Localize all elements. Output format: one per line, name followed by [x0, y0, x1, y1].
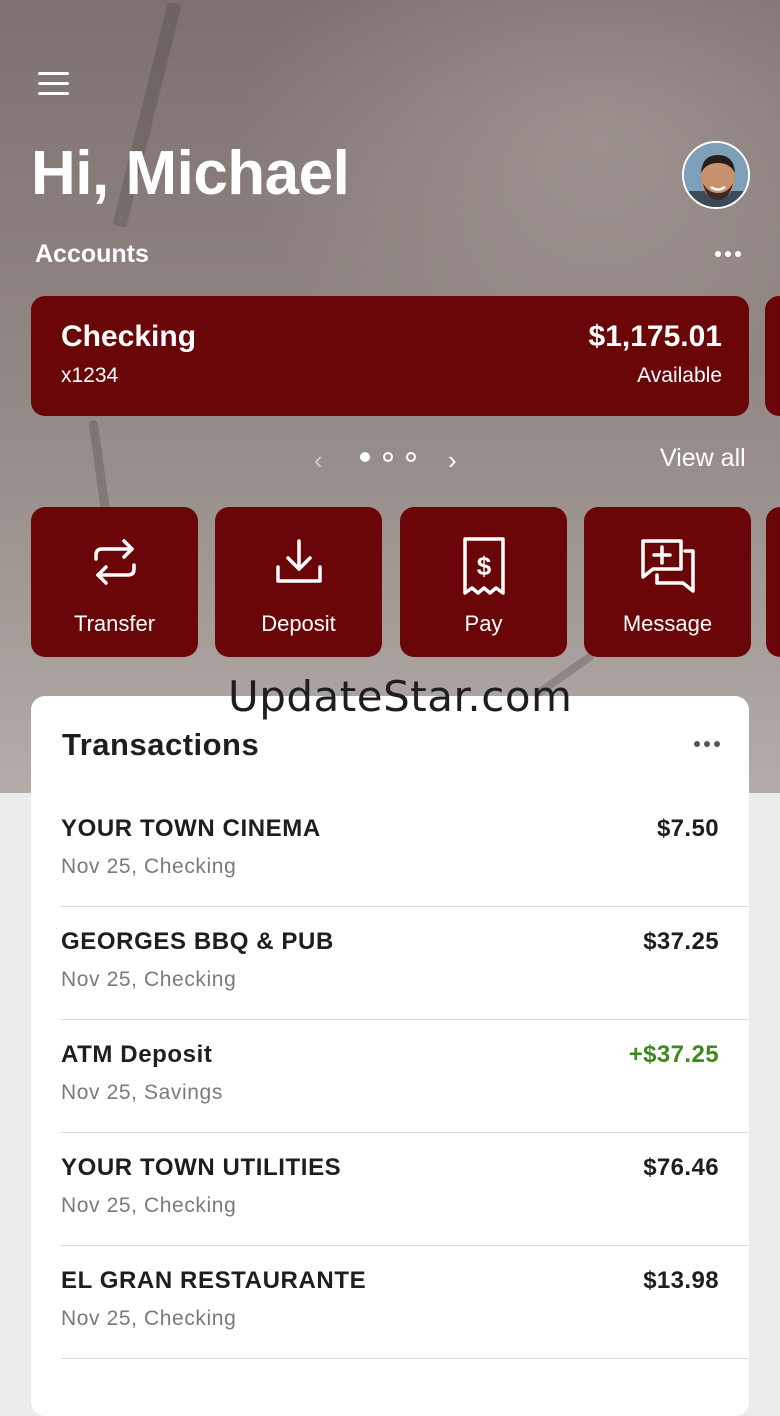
transaction-merchant: GEORGES BBQ & PUB	[61, 928, 334, 955]
transaction-amount: $76.46	[643, 1154, 719, 1181]
next-account-card[interactable]	[765, 296, 780, 416]
hamburger-menu-icon[interactable]	[38, 72, 69, 96]
transaction-merchant: ATM Deposit	[61, 1041, 213, 1068]
transaction-row[interactable]: YOUR TOWN CINEMA Nov 25, Checking $7.50	[61, 794, 749, 907]
account-number: x1234	[61, 364, 119, 387]
transactions-card: Transactions YOUR TOWN CINEMA Nov 25, Ch…	[31, 696, 749, 1416]
transfer-button[interactable]: Transfer	[31, 507, 198, 657]
chevron-left-icon[interactable]: ‹	[314, 445, 323, 476]
message-icon	[640, 539, 695, 593]
transaction-amount: $7.50	[656, 815, 719, 842]
transaction-merchant: YOUR TOWN CINEMA	[61, 815, 321, 842]
greeting-title: Hi, Michael	[31, 139, 350, 208]
row-divider	[61, 1358, 749, 1359]
bill-pay-icon: $	[462, 537, 505, 595]
deposit-button[interactable]: Deposit	[215, 507, 382, 657]
transaction-amount: $37.25	[643, 928, 719, 955]
account-balance: $1,175.01	[588, 320, 722, 353]
chevron-right-icon[interactable]: ›	[448, 445, 457, 476]
transfer-icon	[93, 539, 136, 585]
transaction-detail: Nov 25, Checking	[61, 968, 237, 991]
svg-text:$: $	[476, 551, 491, 581]
transaction-merchant: YOUR TOWN UTILITIES	[61, 1154, 342, 1181]
pay-label: Pay	[464, 611, 503, 636]
account-name: Checking	[61, 320, 197, 353]
transaction-row[interactable]: GEORGES BBQ & PUB Nov 25, Checking $37.2…	[61, 907, 749, 1020]
transaction-row[interactable]: ATM Deposit Nov 25, Savings +$37.25	[61, 1020, 749, 1133]
transactions-heading: Transactions	[62, 727, 260, 762]
transactions-more-icon[interactable]	[694, 741, 720, 747]
pager-dot-2[interactable]	[383, 452, 393, 462]
transaction-detail: Nov 25, Checking	[61, 1194, 237, 1217]
transfer-label: Transfer	[73, 611, 156, 636]
transaction-amount: $13.98	[643, 1267, 719, 1294]
view-all-link[interactable]: View all	[660, 444, 746, 473]
message-label: Message	[622, 611, 713, 636]
watermark-text: UpdateStar.com	[228, 672, 573, 721]
accounts-more-icon[interactable]	[715, 251, 741, 257]
deposit-icon	[275, 539, 322, 583]
pager-dot-1[interactable]	[360, 452, 370, 462]
transaction-row[interactable]: YOUR TOWN UTILITIES Nov 25, Checking $76…	[61, 1133, 749, 1246]
transaction-amount: +$37.25	[628, 1041, 719, 1068]
accounts-heading: Accounts	[35, 240, 149, 268]
transaction-merchant: EL GRAN RESTAURANTE	[61, 1267, 367, 1294]
account-pager: ‹ ›	[314, 445, 464, 475]
transaction-detail: Nov 25, Checking	[61, 1307, 237, 1330]
profile-avatar[interactable]	[682, 141, 750, 209]
deposit-label: Deposit	[261, 611, 336, 636]
checking-account-card[interactable]: Checking x1234 $1,175.01 Available	[31, 296, 749, 416]
transaction-detail: Nov 25, Savings	[61, 1081, 223, 1104]
message-button[interactable]: Message	[584, 507, 751, 657]
pager-dot-3[interactable]	[406, 452, 416, 462]
pay-button[interactable]: $ Pay	[400, 507, 567, 657]
transaction-detail: Nov 25, Checking	[61, 855, 237, 878]
transaction-row[interactable]: EL GRAN RESTAURANTE Nov 25, Checking $13…	[61, 1246, 749, 1359]
more-actions-button[interactable]	[766, 507, 780, 657]
balance-label: Available	[637, 364, 722, 387]
